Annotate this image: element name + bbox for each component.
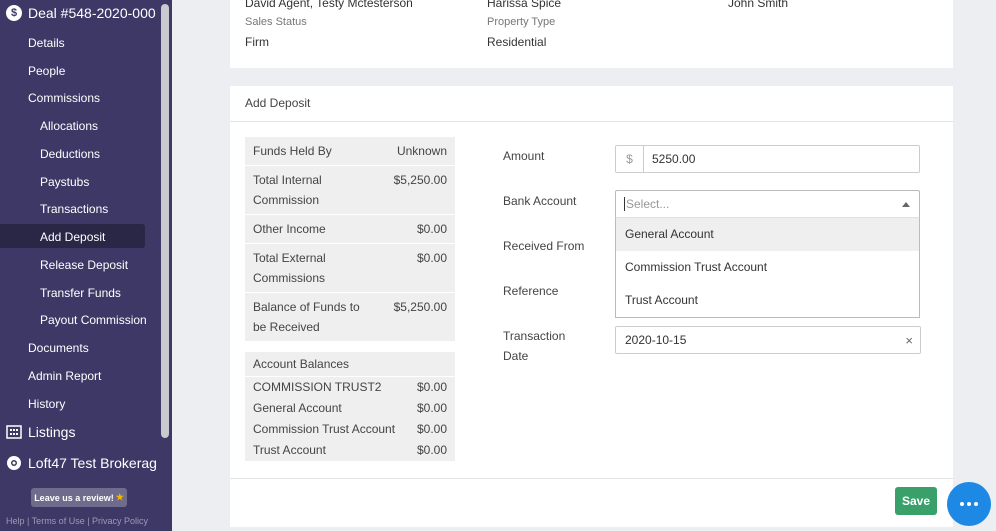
- balance-value: $0.00: [416, 443, 447, 457]
- sales-status-label: Sales Status: [245, 16, 307, 28]
- transaction-date-label: Transaction Date: [503, 329, 566, 363]
- sidebar-item-details[interactable]: Details: [28, 36, 65, 50]
- sidebar-item-transactions[interactable]: Transactions: [40, 202, 108, 216]
- balance-label: Trust Account: [253, 443, 326, 457]
- sidebar-item-add-deposit[interactable]: Add Deposit: [40, 230, 105, 244]
- sidebar-item-commissions[interactable]: Commissions: [28, 91, 100, 105]
- summary-value: $5,250.00: [393, 173, 447, 187]
- summary-value: $0.00: [416, 251, 447, 265]
- amount-label: Amount: [503, 149, 545, 163]
- reference-label: Reference: [503, 284, 559, 298]
- bank-account-label: Bank Account: [503, 194, 577, 208]
- property-type-label: Property Type: [487, 16, 556, 28]
- account-balances: Account Balances COMMISSION TRUST2 $0.00…: [245, 352, 455, 461]
- save-button[interactable]: Save: [895, 487, 937, 515]
- sidebar-item-release-deposit[interactable]: Release Deposit: [40, 258, 128, 272]
- sidebar-item-allocations[interactable]: Allocations: [40, 119, 98, 133]
- dropdown-option-commission-trust-account[interactable]: Commission Trust Account: [616, 251, 919, 284]
- balance-value: $0.00: [416, 380, 447, 394]
- balance-value: $0.00: [416, 422, 447, 436]
- balances-title: Account Balances: [245, 352, 455, 377]
- amount-field: $: [615, 145, 920, 173]
- balance-row: Commission Trust Account $0.00: [245, 419, 455, 440]
- balance-row: COMMISSION TRUST2 $0.00: [245, 377, 455, 398]
- summary-label: Total Internal Commission: [253, 173, 322, 207]
- sidebar-item-admin-report[interactable]: Admin Report: [28, 369, 101, 383]
- deal-header[interactable]: $ Deal #548-2020-000: [6, 3, 156, 23]
- currency-prefix: $: [616, 146, 644, 172]
- sidebar-section-label: Loft47 Test Brokerag: [28, 455, 157, 471]
- balance-label: General Account: [253, 401, 342, 415]
- sidebar-nav: $ Deal #548-2020-000 Details People Comm…: [0, 0, 157, 481]
- deal-info-panel: David Agent, Testy Mctesterson Harissa S…: [230, 0, 953, 68]
- summary-value: $0.00: [416, 222, 447, 236]
- gear-icon: [6, 455, 22, 471]
- agents-value: David Agent, Testy Mctesterson: [245, 0, 413, 10]
- amount-input[interactable]: [644, 146, 919, 172]
- deal-title: Deal #548-2020-000: [28, 5, 156, 21]
- sidebar-section-listings[interactable]: Listings: [6, 424, 75, 440]
- review-label: Leave us a review!: [34, 492, 114, 503]
- dropdown-option-trust-account[interactable]: Trust Account: [616, 284, 919, 317]
- funds-summary: Funds Held By Unknown Total Internal Com…: [245, 137, 455, 342]
- sidebar-scrollbar-thumb[interactable]: [161, 4, 169, 438]
- select-placeholder: Select...: [626, 197, 670, 211]
- summary-row: Funds Held By Unknown: [245, 137, 455, 166]
- bank-account-dropdown: General Account Commission Trust Account…: [615, 218, 920, 318]
- sidebar-item-history[interactable]: History: [28, 397, 65, 411]
- sidebar-item-transfer-funds[interactable]: Transfer Funds: [40, 286, 121, 300]
- sales-status-value: Firm: [245, 35, 269, 49]
- balance-label: COMMISSION TRUST2: [253, 380, 382, 394]
- sidebar-item-payout-commission[interactable]: Payout Commission: [40, 313, 147, 327]
- panel-title: Add Deposit: [245, 96, 311, 110]
- balance-row: General Account $0.00: [245, 398, 455, 419]
- property-type-value: Residential: [487, 35, 547, 49]
- received-from-label: Received From: [503, 239, 585, 253]
- footer-links[interactable]: Help | Terms of Use | Privacy Policy: [6, 516, 148, 526]
- chevron-up-icon[interactable]: [902, 202, 910, 207]
- bank-account-select[interactable]: Select...: [615, 190, 920, 218]
- dollar-icon: $: [6, 5, 22, 21]
- summary-label: Balance of Funds to be Received: [253, 300, 360, 334]
- balance-value: $0.00: [416, 401, 447, 415]
- sidebar-item-people[interactable]: People: [28, 64, 65, 78]
- sidebar-item-paystubs[interactable]: Paystubs: [40, 175, 89, 189]
- summary-row: Balance of Funds to be Received $5,250.0…: [245, 293, 455, 342]
- divider: [230, 478, 953, 479]
- summary-label: Other Income: [253, 222, 326, 236]
- summary-row: Other Income $0.00: [245, 215, 455, 244]
- summary-label: Funds Held By: [253, 144, 332, 158]
- balance-label: Commission Trust Account: [253, 422, 396, 436]
- summary-row: Total Internal Commission $5,250.00: [245, 166, 455, 215]
- sidebar-item-deductions[interactable]: Deductions: [40, 147, 100, 161]
- summary-label: Total External Commissions: [253, 251, 326, 285]
- date-value: 2020-10-15: [625, 333, 687, 347]
- text-cursor: [624, 197, 625, 211]
- summary-value: $5,250.00: [393, 300, 447, 314]
- building-icon: [6, 424, 22, 440]
- chat-icon: [960, 502, 978, 506]
- contact-value: John Smith: [728, 0, 789, 10]
- divider: [230, 121, 953, 122]
- leave-review-button[interactable]: Leave us a review! ★: [31, 488, 127, 507]
- star-icon: ★: [115, 492, 124, 502]
- chat-button[interactable]: [947, 482, 991, 526]
- sidebar-section-brokerage[interactable]: Loft47 Test Brokerag: [6, 455, 157, 471]
- sidebar-section-label: Listings: [28, 424, 76, 440]
- balance-row: Trust Account $0.00: [245, 440, 455, 461]
- dropdown-option-general-account[interactable]: General Account: [616, 218, 919, 251]
- client-value: Harissa Spice: [487, 0, 562, 10]
- sidebar-item-documents[interactable]: Documents: [28, 341, 89, 355]
- add-deposit-panel: Add Deposit Funds Held By Unknown Total …: [230, 86, 953, 527]
- summary-row: Total External Commissions $0.00: [245, 244, 455, 293]
- summary-value: Unknown: [396, 144, 447, 158]
- sidebar: $ Deal #548-2020-000 Details People Comm…: [0, 0, 172, 531]
- clear-icon[interactable]: ×: [905, 333, 913, 348]
- transaction-date-input[interactable]: 2020-10-15 ×: [615, 326, 921, 354]
